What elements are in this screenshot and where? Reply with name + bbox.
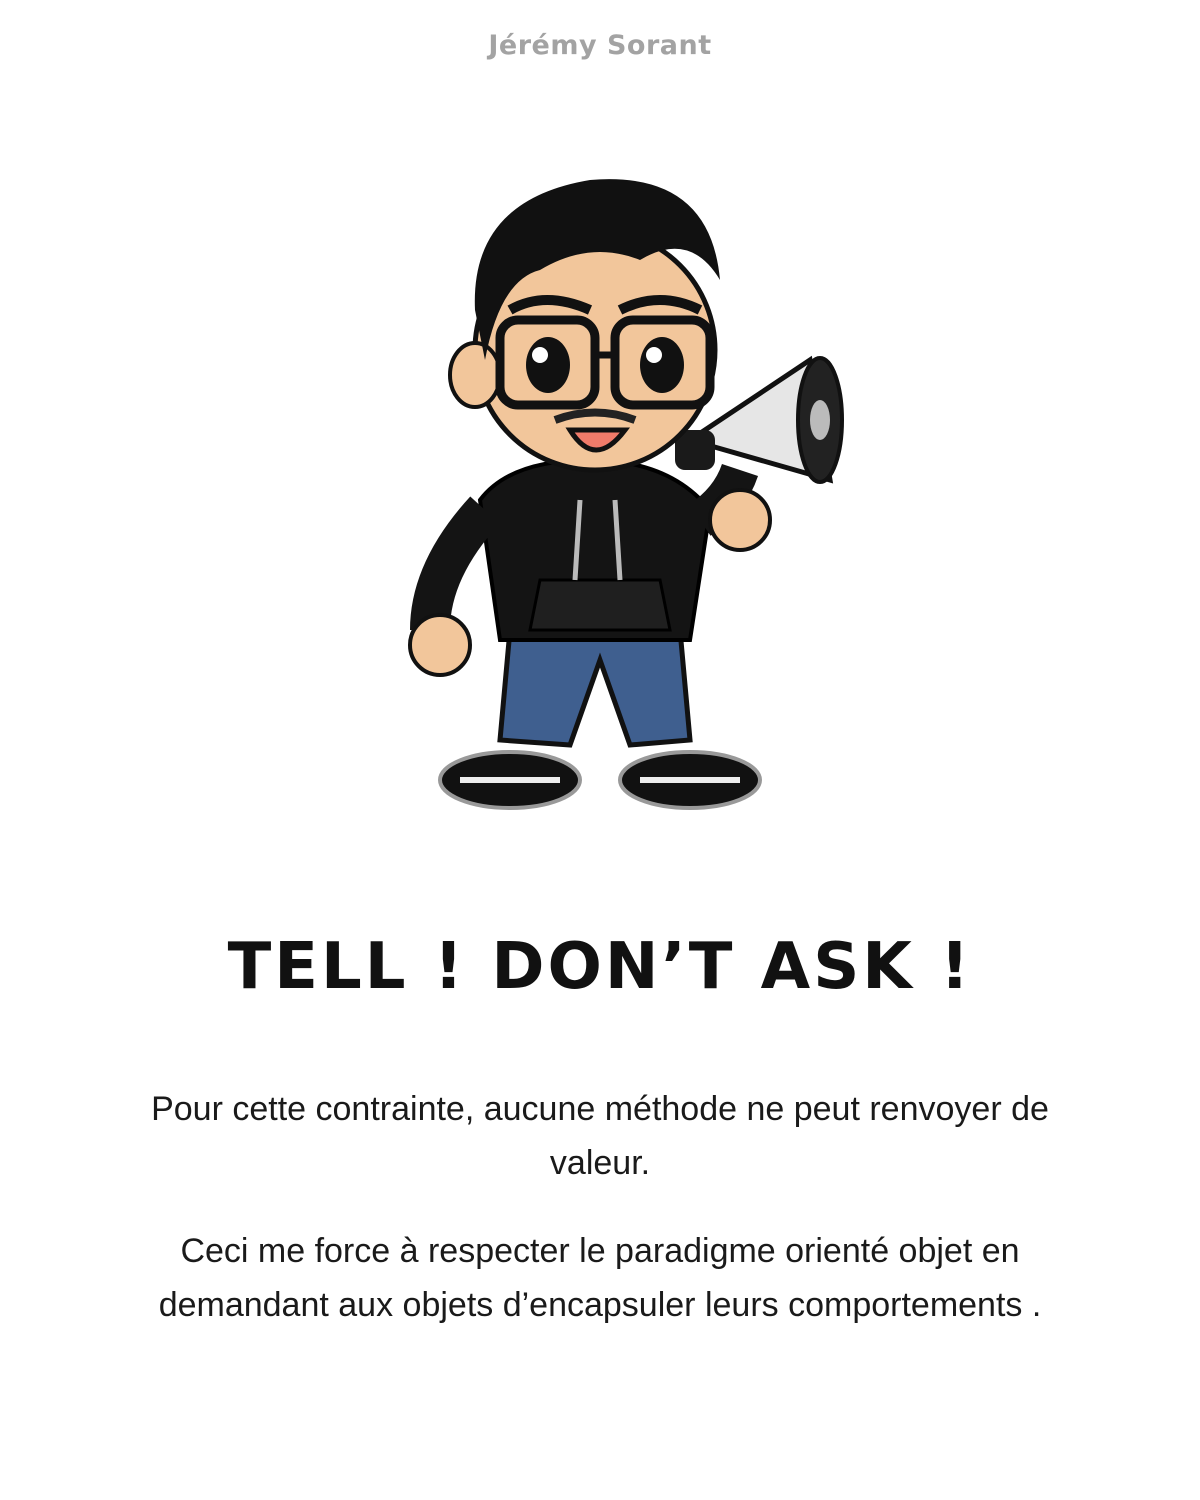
paragraph-1: Pour cette contrainte, aucune méthode ne… xyxy=(151,1090,1049,1182)
cartoon-character-megaphone-icon xyxy=(390,140,870,820)
paragraph-2: Ceci me force à respecter le paradigme o… xyxy=(158,1232,1042,1324)
author-name: Jérémy Sorant xyxy=(488,30,712,61)
page-title: TELL ! DON’T ASK ! xyxy=(227,930,973,1004)
